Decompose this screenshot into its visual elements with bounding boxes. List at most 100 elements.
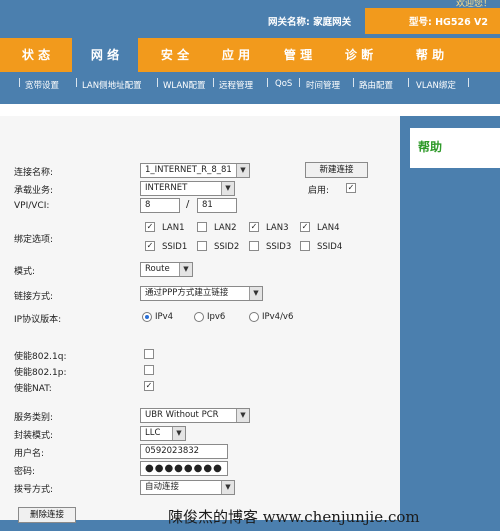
bind-ssid4-checkbox[interactable] <box>300 241 310 251</box>
ipv4-label: IPv4 <box>155 312 174 322</box>
enable-8021p-checkbox[interactable] <box>144 365 154 375</box>
link-mode-label: 链接方式: <box>14 292 54 302</box>
help-panel: 帮助 <box>400 116 500 531</box>
dial-mode-value: 自动连接 <box>145 482 180 492</box>
chevron-down-icon: ▼ <box>221 481 234 494</box>
service-select[interactable]: INTERNET ▼ <box>140 181 235 196</box>
mode-value: Route <box>145 264 170 274</box>
link-mode-value: 通过PPP方式建立链接 <box>145 288 229 298</box>
encapsulation-label: 封装模式: <box>14 431 54 441</box>
bind-ssid3-label: SSID3 <box>266 242 292 252</box>
encapsulation-select[interactable]: LLC ▼ <box>140 426 186 441</box>
service-type-select[interactable]: UBR Without PCR ▼ <box>140 408 250 423</box>
tab-security[interactable]: 安 全 <box>138 38 212 72</box>
chevron-down-icon: ▼ <box>172 427 185 440</box>
sub-nav: | 宽带设置 | LAN侧地址配置 | WLAN配置 | 远程管理 | QoS … <box>0 72 500 98</box>
bind-lan2-label: LAN2 <box>214 223 237 233</box>
chevron-down-icon: ▼ <box>221 182 234 195</box>
dial-mode-label: 拨号方式: <box>14 485 54 495</box>
service-label: 承载业务: <box>14 186 54 196</box>
tab-diagnosis[interactable]: 诊 断 <box>336 38 382 72</box>
service-type-label: 服务类别: <box>14 413 54 423</box>
enable-label: 启用: <box>308 186 330 196</box>
subnav-qos[interactable]: QoS <box>275 79 292 89</box>
bind-lan4-label: LAN4 <box>317 223 340 233</box>
subnav-separator: | <box>298 78 302 88</box>
subnav-separator: | <box>75 78 79 88</box>
vpi-vci-separator: / <box>186 199 190 210</box>
gateway-name: 网关名称: 家庭网关 <box>268 17 352 28</box>
mode-select[interactable]: Route ▼ <box>140 262 193 277</box>
main-nav: 状 态 网 络 安 全 应 用 管 理 诊 断 帮 助 <box>0 38 500 72</box>
vci-input[interactable]: 81 <box>197 198 237 213</box>
bind-ssid4-label: SSID4 <box>317 242 343 252</box>
connection-name-value: 1_INTERNET_R_8_81 <box>145 165 232 175</box>
dial-mode-select[interactable]: 自动连接 ▼ <box>140 480 235 495</box>
model-badge: 型号: HG526 V2 <box>365 8 500 34</box>
tab-management[interactable]: 管 理 <box>260 38 336 72</box>
tab-status[interactable]: 状 态 <box>0 38 72 72</box>
bind-lan4-checkbox[interactable] <box>300 222 310 232</box>
chevron-down-icon: ▼ <box>236 409 249 422</box>
bind-lan1-checkbox[interactable] <box>145 222 155 232</box>
bind-ssid2-label: SSID2 <box>214 242 240 252</box>
subnav-wlan[interactable]: WLAN配置 <box>163 79 206 91</box>
ipv4v6-radio[interactable] <box>249 312 259 322</box>
subnav-lan-address[interactable]: LAN侧地址配置 <box>82 79 142 91</box>
bind-lan1-label: LAN1 <box>162 223 185 233</box>
subnav-separator: | <box>266 78 270 88</box>
encapsulation-value: LLC <box>145 428 161 438</box>
subnav-separator: | <box>212 78 216 88</box>
tab-help[interactable]: 帮 助 <box>382 38 478 72</box>
link-mode-select[interactable]: 通过PPP方式建立链接 ▼ <box>140 286 263 301</box>
subnav-vlan[interactable]: VLAN绑定 <box>416 79 456 91</box>
subnav-separator: | <box>467 78 471 88</box>
subnav-separator: | <box>407 78 411 88</box>
password-input[interactable]: ●●●●●●●● <box>140 461 228 476</box>
username-input[interactable]: 0592023832 <box>140 444 228 459</box>
service-value: INTERNET <box>145 183 188 193</box>
bind-ssid3-checkbox[interactable] <box>249 241 259 251</box>
connection-name-select[interactable]: 1_INTERNET_R_8_81 ▼ <box>140 163 250 178</box>
delete-connection-button[interactable]: 删除连接 <box>18 507 76 523</box>
ip-version-label: IP协议版本: <box>14 315 62 325</box>
ipv6-radio[interactable] <box>194 312 204 322</box>
connection-name-label: 连接名称: <box>14 168 54 178</box>
subnav-remote[interactable]: 远程管理 <box>219 79 253 91</box>
bind-ssid2-checkbox[interactable] <box>197 241 207 251</box>
vpi-vci-label: VPI/VCI: <box>14 201 50 211</box>
new-connection-button[interactable]: 新建连接 <box>305 162 368 178</box>
help-box: 帮助 <box>410 128 500 168</box>
chevron-down-icon: ▼ <box>249 287 262 300</box>
subnav-route[interactable]: 路由配置 <box>359 79 393 91</box>
tab-network[interactable]: 网 络 <box>72 38 138 72</box>
bind-ssid1-label: SSID1 <box>162 242 188 252</box>
bind-ssid1-checkbox[interactable] <box>145 241 155 251</box>
ipv6-label: Ipv6 <box>207 312 226 322</box>
enable-8021q-checkbox[interactable] <box>144 349 154 359</box>
bind-lan2-checkbox[interactable] <box>197 222 207 232</box>
ipv4-radio[interactable] <box>142 312 152 322</box>
enable-checkbox[interactable] <box>346 183 356 193</box>
ipv4v6-label: IPv4/v6 <box>262 312 294 322</box>
subnav-time[interactable]: 时间管理 <box>306 79 340 91</box>
mode-label: 模式: <box>14 267 36 277</box>
password-label: 密码: <box>14 467 36 477</box>
bind-lan3-checkbox[interactable] <box>249 222 259 232</box>
enable-8021q-label: 使能802.1q: <box>14 352 67 362</box>
model-text: 型号: HG526 V2 <box>409 17 488 28</box>
enable-nat-label: 使能NAT: <box>14 384 52 394</box>
help-title: 帮助 <box>418 140 443 154</box>
username-label: 用户名: <box>14 449 45 459</box>
subnav-separator: | <box>352 78 356 88</box>
divider <box>0 104 500 116</box>
vpi-input[interactable]: 8 <box>140 198 180 213</box>
subnav-broadband[interactable]: 宽带设置 <box>25 79 59 91</box>
enable-nat-checkbox[interactable] <box>144 381 154 391</box>
subnav-separator: | <box>156 78 160 88</box>
chevron-down-icon: ▼ <box>236 164 249 177</box>
enable-8021p-label: 使能802.1p: <box>14 368 67 378</box>
bind-lan3-label: LAN3 <box>266 223 289 233</box>
chevron-down-icon: ▼ <box>179 263 192 276</box>
tab-application[interactable]: 应 用 <box>212 38 260 72</box>
